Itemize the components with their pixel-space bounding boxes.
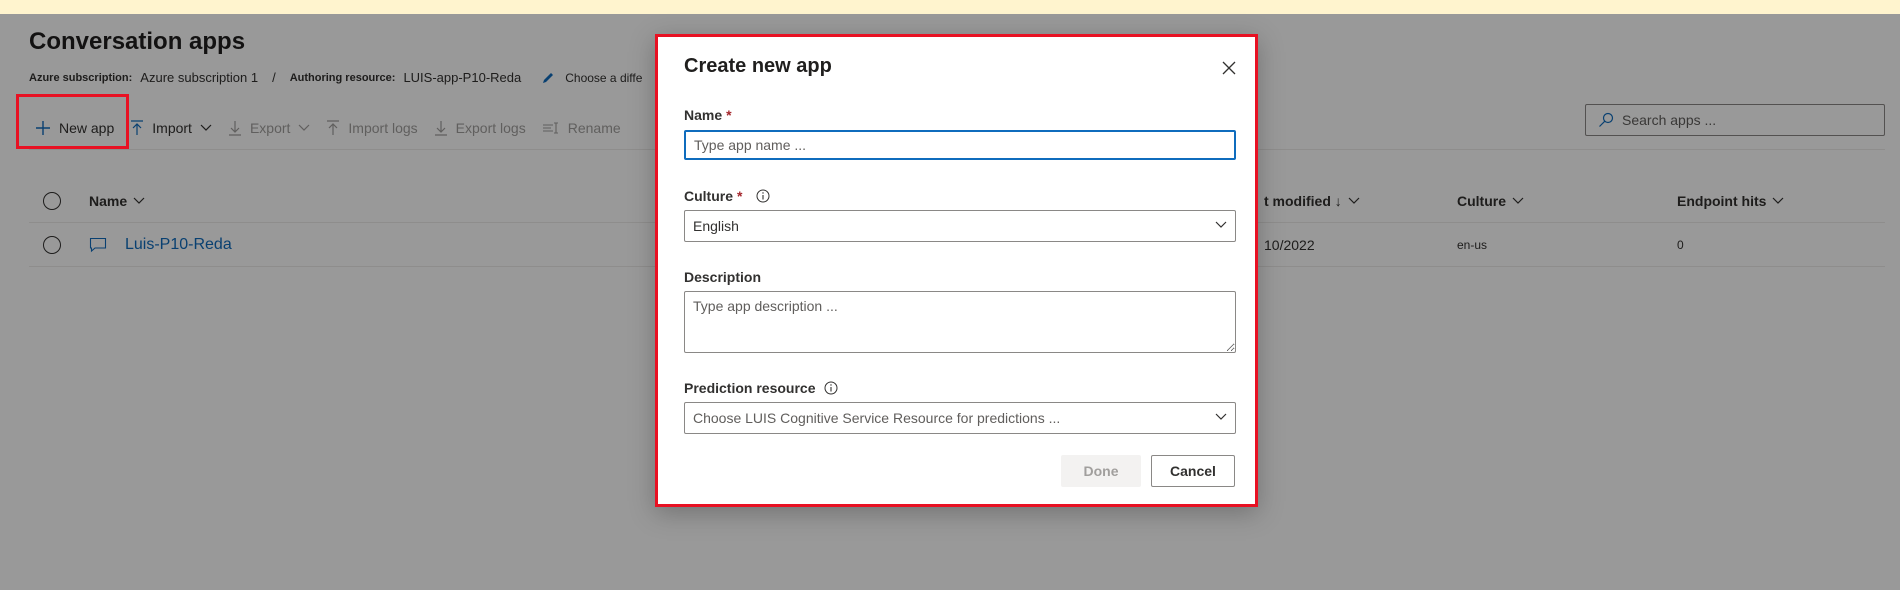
name-label: Name * — [684, 107, 732, 123]
cancel-button[interactable]: Cancel — [1151, 455, 1235, 487]
chevron-down-icon — [1215, 413, 1227, 420]
description-label: Description — [684, 269, 761, 285]
culture-label-text: Culture — [684, 188, 733, 204]
name-label-text: Name — [684, 107, 723, 123]
dialog-title: Create new app — [684, 55, 832, 77]
done-button[interactable]: Done — [1061, 455, 1141, 487]
prediction-placeholder: Choose LUIS Cognitive Service Resource f… — [693, 410, 1061, 426]
new-app-highlight — [16, 94, 129, 149]
info-icon[interactable] — [756, 189, 770, 203]
description-label-text: Description — [684, 269, 762, 285]
close-icon[interactable] — [1219, 58, 1239, 78]
chevron-down-icon — [1215, 221, 1227, 228]
culture-label: Culture * — [684, 188, 770, 204]
required-mark: * — [737, 188, 743, 204]
culture-value: English — [693, 218, 739, 234]
prediction-label-text: Prediction resource — [684, 380, 816, 396]
create-app-dialog: Create new app Name * Culture * English … — [655, 34, 1258, 507]
app-name-input[interactable] — [684, 130, 1236, 160]
required-mark: * — [726, 107, 732, 123]
prediction-resource-label: Prediction resource — [684, 380, 838, 396]
notification-strip — [0, 0, 1900, 14]
description-textarea[interactable] — [684, 291, 1236, 353]
culture-dropdown[interactable]: English — [684, 210, 1236, 242]
prediction-resource-dropdown[interactable]: Choose LUIS Cognitive Service Resource f… — [684, 402, 1236, 434]
info-icon[interactable] — [824, 381, 838, 395]
